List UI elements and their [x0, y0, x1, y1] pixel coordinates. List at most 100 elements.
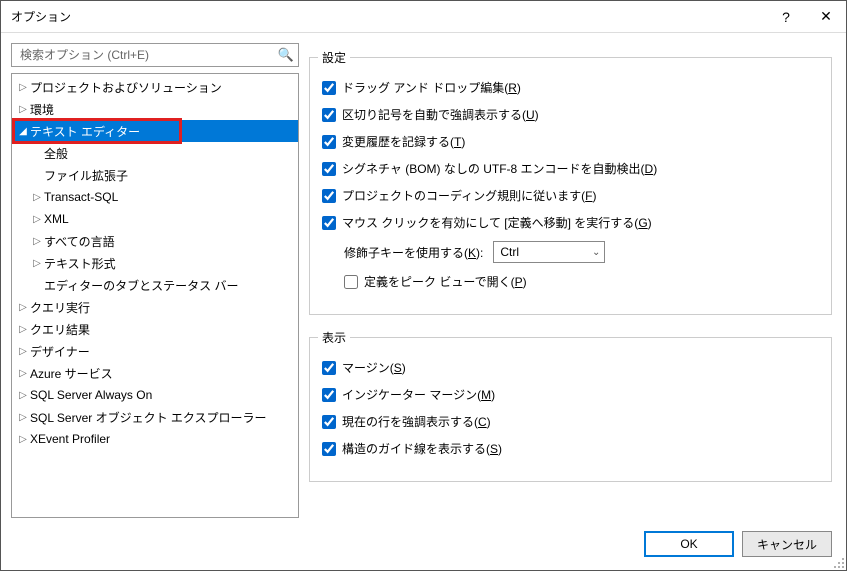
settings-option-checkbox[interactable] [322, 216, 336, 230]
settings-option-label: 区切り記号を自動で強調表示する(U) [342, 106, 539, 123]
options-tree[interactable]: ▷プロジェクトおよびソリューション▷環境◢テキスト エディター全般ファイル拡張子… [11, 73, 299, 518]
arrow-closed-icon: ▷ [16, 324, 30, 335]
display-option-row: 構造のガイド線を表示する(S) [322, 440, 819, 457]
arrow-closed-icon: ▷ [16, 434, 30, 445]
modifier-key-combo[interactable]: Ctrl ⌄ [493, 241, 605, 263]
settings-option-row: プロジェクトのコーディング規則に従います(F) [322, 187, 819, 204]
tree-item-label: XML [44, 212, 69, 226]
cancel-button[interactable]: キャンセル [742, 531, 832, 557]
display-option-label: インジケーター マージン(M) [342, 386, 495, 403]
peek-definition-label: 定義をピーク ビューで開く(P) [364, 273, 527, 290]
arrow-closed-icon: ▷ [16, 390, 30, 401]
tree-item-label: Transact-SQL [44, 190, 118, 204]
settings-option-row: 区切り記号を自動で強調表示する(U) [322, 106, 819, 123]
window-title: オプション [11, 8, 766, 25]
display-option-label: 現在の行を強調表示する(C) [342, 413, 491, 430]
tree-item-label: テキスト エディター [30, 123, 140, 140]
ok-button[interactable]: OK [644, 531, 734, 557]
settings-option-label: シグネチャ (BOM) なしの UTF-8 エンコードを自動検出(D) [342, 160, 657, 177]
tree-item[interactable]: ▷クエリ実行 [12, 296, 298, 318]
settings-option-label: 変更履歴を記録する(T) [342, 133, 465, 150]
settings-option-checkbox[interactable] [322, 135, 336, 149]
modifier-key-row: 修飾子キーを使用する(K): Ctrl ⌄ [344, 241, 819, 263]
tree-item[interactable]: ◢テキスト エディター [12, 120, 298, 142]
modifier-key-value: Ctrl [500, 245, 519, 259]
tree-item[interactable]: ▷Azure サービス [12, 362, 298, 384]
display-option-checkbox[interactable] [322, 388, 336, 402]
display-group: 表示 マージン(S)インジケーター マージン(M)現在の行を強調表示する(C)構… [309, 337, 832, 482]
peek-definition-row: 定義をピーク ビューで開く(P) [344, 273, 819, 290]
tree-item-label: テキスト形式 [44, 255, 116, 272]
tree-item-label: Azure サービス [30, 365, 113, 382]
tree-item-label: プロジェクトおよびソリューション [30, 79, 222, 96]
settings-option-row: ドラッグ アンド ドロップ編集(R) [322, 79, 819, 96]
arrow-closed-icon: ▷ [16, 82, 30, 93]
tree-item-label: SQL Server オブジェクト エクスプローラー [30, 409, 267, 426]
display-option-checkbox[interactable] [322, 415, 336, 429]
tree-item-label: エディターのタブとステータス バー [44, 277, 239, 294]
settings-group: 設定 ドラッグ アンド ドロップ編集(R)区切り記号を自動で強調表示する(U)変… [309, 57, 832, 315]
resize-grip-icon[interactable] [833, 557, 845, 569]
tree-item[interactable]: ▷SQL Server オブジェクト エクスプローラー [12, 406, 298, 428]
tree-item[interactable]: ▷デザイナー [12, 340, 298, 362]
settings-legend: 設定 [318, 49, 350, 66]
tree-item-label: SQL Server Always On [30, 388, 152, 402]
left-panel: 🔍 ▷プロジェクトおよびソリューション▷環境◢テキスト エディター全般ファイル拡… [11, 43, 299, 518]
arrow-closed-icon: ▷ [16, 302, 30, 313]
display-option-checkbox[interactable] [322, 361, 336, 375]
close-button[interactable]: ✕ [806, 1, 846, 33]
settings-option-row: マウス クリックを有効にして [定義へ移動] を実行する(G) [322, 214, 819, 231]
settings-option-checkbox[interactable] [322, 81, 336, 95]
tree-item[interactable]: ▷XML [12, 208, 298, 230]
arrow-open-icon: ◢ [16, 126, 30, 137]
settings-option-checkbox[interactable] [322, 108, 336, 122]
arrow-closed-icon: ▷ [16, 368, 30, 379]
display-option-row: 現在の行を強調表示する(C) [322, 413, 819, 430]
chevron-down-icon: ⌄ [592, 247, 600, 258]
settings-option-checkbox[interactable] [322, 162, 336, 176]
tree-item[interactable]: ▷環境 [12, 98, 298, 120]
tree-item[interactable]: ファイル拡張子 [12, 164, 298, 186]
search-input[interactable] [18, 47, 278, 63]
search-box[interactable]: 🔍 [11, 43, 299, 67]
tree-item[interactable]: ▷XEvent Profiler [12, 428, 298, 450]
tree-item[interactable]: ▷クエリ結果 [12, 318, 298, 340]
arrow-closed-icon: ▷ [30, 236, 44, 247]
tree-item-label: クエリ実行 [30, 299, 90, 316]
settings-option-checkbox[interactable] [322, 189, 336, 203]
arrow-closed-icon: ▷ [30, 214, 44, 225]
tree-item-label: ファイル拡張子 [44, 167, 128, 184]
display-legend: 表示 [318, 329, 350, 346]
tree-item[interactable]: ▷Transact-SQL [12, 186, 298, 208]
display-option-checkbox[interactable] [322, 442, 336, 456]
arrow-closed-icon: ▷ [16, 412, 30, 423]
peek-definition-checkbox[interactable] [344, 275, 358, 289]
arrow-closed-icon: ▷ [16, 346, 30, 357]
display-option-label: マージン(S) [342, 359, 406, 376]
tree-item[interactable]: ▷プロジェクトおよびソリューション [12, 76, 298, 98]
arrow-closed-icon: ▷ [30, 192, 44, 203]
display-option-row: マージン(S) [322, 359, 819, 376]
settings-option-label: マウス クリックを有効にして [定義へ移動] を実行する(G) [342, 214, 652, 231]
display-option-row: インジケーター マージン(M) [322, 386, 819, 403]
tree-item-label: すべての言語 [44, 233, 115, 250]
right-panel: 設定 ドラッグ アンド ドロップ編集(R) 区切り記号を自動で強調表示する(U) 変… [309, 43, 832, 518]
tree-item[interactable]: エディターのタブとステータス バー [12, 274, 298, 296]
tree-item[interactable]: ▷すべての言語 [12, 230, 298, 252]
settings-option-row: 変更履歴を記録する(T) [322, 133, 819, 150]
tree-item[interactable]: ▷SQL Server Always On [12, 384, 298, 406]
settings-option-label: ドラッグ アンド ドロップ編集(R) [342, 79, 521, 96]
tree-item-label: クエリ結果 [30, 321, 90, 338]
tree-item-label: XEvent Profiler [30, 432, 110, 446]
dialog-footer: OK キャンセル [1, 518, 846, 570]
arrow-closed-icon: ▷ [16, 104, 30, 115]
tree-item[interactable]: ▷テキスト形式 [12, 252, 298, 274]
tree-item[interactable]: 全般 [12, 142, 298, 164]
content-area: 🔍 ▷プロジェクトおよびソリューション▷環境◢テキスト エディター全般ファイル拡… [1, 33, 846, 518]
tree-item-label: デザイナー [30, 343, 90, 360]
tree-item-label: 全般 [44, 145, 68, 162]
display-option-label: 構造のガイド線を表示する(S) [342, 440, 502, 457]
help-button[interactable]: ? [766, 1, 806, 33]
settings-option-label: プロジェクトのコーディング規則に従います(F) [342, 187, 597, 204]
modifier-key-label: 修飾子キーを使用する(K): [344, 244, 483, 261]
